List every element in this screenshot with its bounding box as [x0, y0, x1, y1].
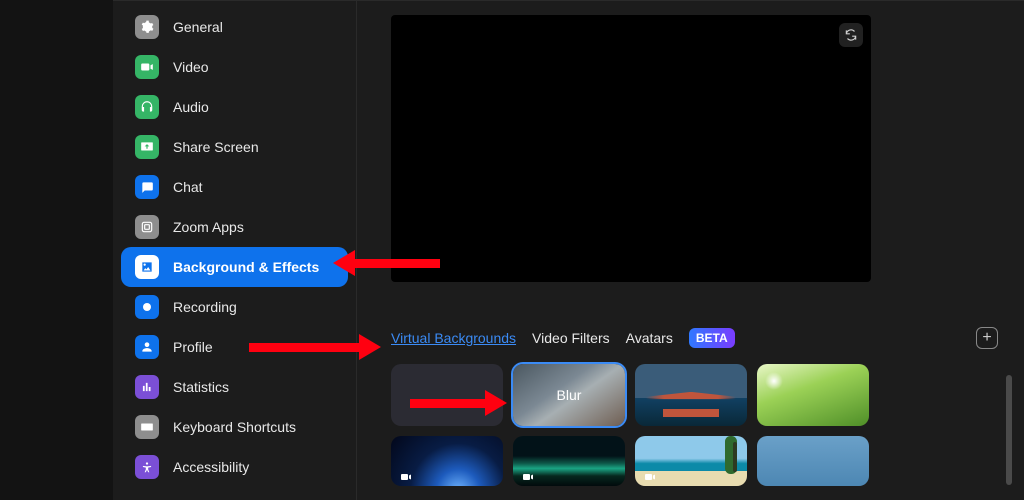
- background-grid: Blur: [391, 364, 875, 426]
- tab-avatars[interactable]: Avatars: [626, 330, 673, 346]
- statistics-icon: [135, 375, 159, 399]
- gear-icon: [135, 15, 159, 39]
- sidebar-item-audio[interactable]: Audio: [121, 87, 348, 127]
- sidebar-item-label: General: [173, 19, 223, 35]
- settings-main: Virtual Backgrounds Video Filters Avatar…: [357, 0, 1024, 500]
- headphones-icon: [135, 95, 159, 119]
- video-indicator-icon: [641, 470, 659, 482]
- settings-sidebar: General Video Audio Share Screen Chat Zo…: [113, 0, 357, 500]
- sidebar-item-label: Video: [173, 59, 209, 75]
- background-tile-beach[interactable]: [635, 436, 747, 486]
- sidebar-item-label: Background & Effects: [173, 259, 319, 275]
- background-icon: [135, 255, 159, 279]
- sidebar-item-label: Recording: [173, 299, 237, 315]
- video-icon: [135, 55, 159, 79]
- background-tile-aurora[interactable]: [513, 436, 625, 486]
- tab-virtual-backgrounds[interactable]: Virtual Backgrounds: [391, 330, 516, 346]
- recording-icon: [135, 295, 159, 319]
- add-background-button[interactable]: +: [976, 327, 998, 349]
- video-preview: [391, 15, 871, 282]
- sidebar-item-background-effects[interactable]: Background & Effects: [121, 247, 348, 287]
- sidebar-item-label: Accessibility: [173, 459, 249, 475]
- background-tile-bridge[interactable]: [635, 364, 747, 426]
- left-gutter: [0, 0, 113, 500]
- background-grid-row2: [391, 436, 875, 486]
- sidebar-item-label: Zoom Apps: [173, 219, 244, 235]
- background-tabs: Virtual Backgrounds Video Filters Avatar…: [391, 328, 998, 348]
- sidebar-item-share-screen[interactable]: Share Screen: [121, 127, 348, 167]
- keyboard-icon: [135, 415, 159, 439]
- profile-icon: [135, 335, 159, 359]
- beta-badge: BETA: [689, 328, 735, 348]
- chat-icon: [135, 175, 159, 199]
- sidebar-item-profile[interactable]: Profile: [121, 327, 348, 367]
- sidebar-item-label: Profile: [173, 339, 213, 355]
- sidebar-item-keyboard-shortcuts[interactable]: Keyboard Shortcuts: [121, 407, 348, 447]
- video-indicator-icon: [397, 470, 415, 482]
- sidebar-item-chat[interactable]: Chat: [121, 167, 348, 207]
- sidebar-item-video[interactable]: Video: [121, 47, 348, 87]
- accessibility-icon: [135, 455, 159, 479]
- sidebar-item-label: Keyboard Shortcuts: [173, 419, 296, 435]
- sidebar-item-label: Chat: [173, 179, 203, 195]
- tile-label: Blur: [557, 387, 582, 403]
- background-tile-earth[interactable]: [391, 436, 503, 486]
- sidebar-item-accessibility[interactable]: Accessibility: [121, 447, 348, 487]
- sidebar-item-label: Share Screen: [173, 139, 259, 155]
- rotate-camera-button[interactable]: [839, 23, 863, 47]
- sidebar-item-general[interactable]: General: [121, 7, 348, 47]
- background-tile-grass[interactable]: [757, 364, 869, 426]
- background-tile-sky[interactable]: [757, 436, 869, 486]
- share-screen-icon: [135, 135, 159, 159]
- sidebar-item-zoom-apps[interactable]: Zoom Apps: [121, 207, 348, 247]
- sidebar-item-label: Statistics: [173, 379, 229, 395]
- sidebar-item-statistics[interactable]: Statistics: [121, 367, 348, 407]
- scrollbar-thumb[interactable]: [1006, 375, 1012, 485]
- background-tile-blur[interactable]: Blur: [513, 364, 625, 426]
- sidebar-item-recording[interactable]: Recording: [121, 287, 348, 327]
- apps-icon: [135, 215, 159, 239]
- tab-video-filters[interactable]: Video Filters: [532, 330, 610, 346]
- video-indicator-icon: [519, 470, 537, 482]
- background-tile-none[interactable]: [391, 364, 503, 426]
- sidebar-item-label: Audio: [173, 99, 209, 115]
